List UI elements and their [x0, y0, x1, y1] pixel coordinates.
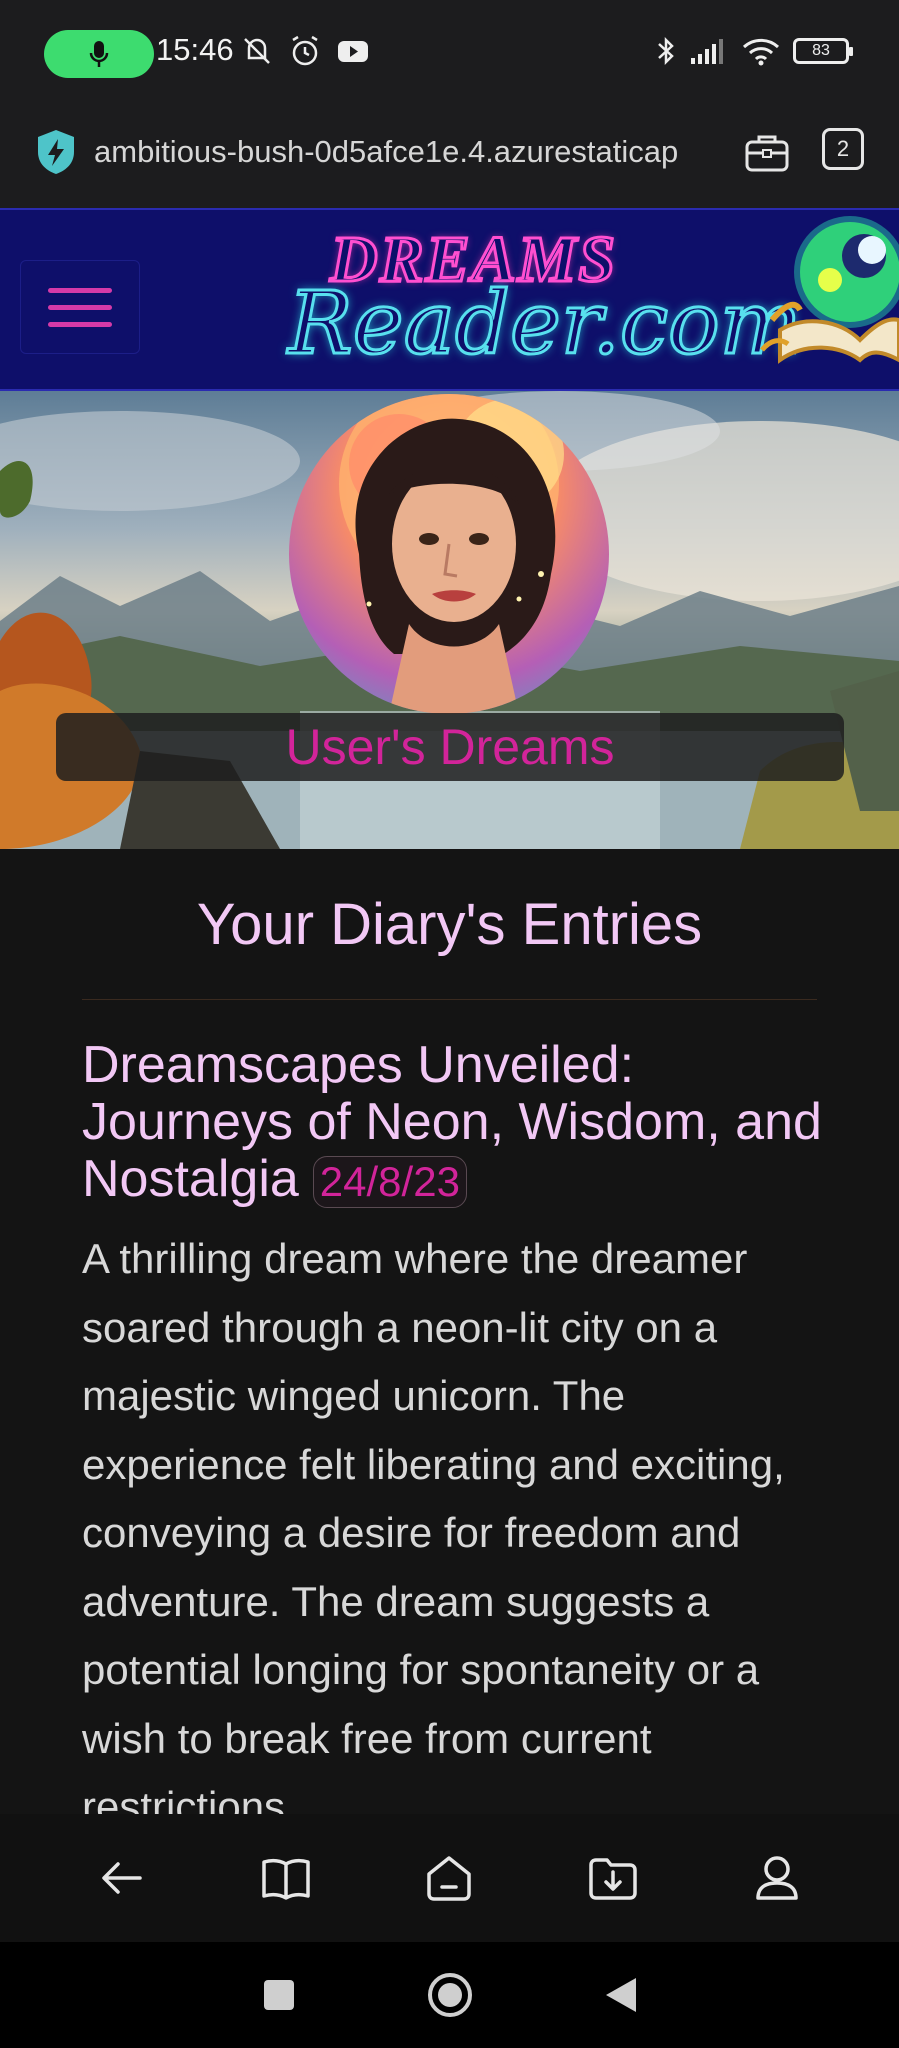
dreamer-avatar [289, 394, 609, 714]
book-icon [261, 1858, 310, 1900]
back-triangle-icon[interactable] [604, 1976, 638, 2014]
status-bar: 15:46 83 [0, 0, 899, 108]
wifi-icon [742, 38, 780, 66]
site-header: DREAMS Reader.com [0, 208, 899, 391]
woman-portrait-illustration [339, 394, 564, 714]
profile-button[interactable] [742, 1843, 812, 1913]
reading-list-button[interactable] [251, 1843, 321, 1913]
download-folder-icon [589, 1858, 638, 1900]
diary-content: Your Diary's Entries Dreamscapes Unveile… [0, 849, 899, 1814]
browser-bottom-bar [0, 1814, 899, 1942]
logo-reader-text[interactable]: Reader.com [286, 273, 802, 376]
recents-square-icon[interactable] [262, 1978, 296, 2012]
tab-count-button[interactable]: 2 [822, 128, 864, 170]
entry-title[interactable]: Dreamscapes Unveiled: Journeys of Neon, … [82, 1037, 842, 1208]
mute-icon [244, 38, 270, 64]
entry-body-text: A thrilling dream where the dreamer soar… [82, 1235, 785, 1814]
system-navigation-bar [0, 1942, 899, 2048]
signal-icon [691, 39, 723, 64]
screen: 15:46 83 ambitious-bush-0d5afce1e.4.azur… [0, 0, 899, 2048]
mic-active-pill[interactable] [44, 30, 154, 78]
hero-section: User's Dreams [0, 391, 899, 849]
shield-lightning-icon[interactable] [34, 128, 78, 176]
battery-level: 83 [812, 42, 830, 59]
home-button[interactable] [414, 1843, 484, 1913]
url-address-field[interactable]: ambitious-bush-0d5afce1e.4.azurestaticap [94, 134, 714, 170]
home-circle-icon[interactable] [426, 1971, 474, 2019]
users-dreams-banner: User's Dreams [56, 713, 844, 781]
bluetooth-icon [658, 36, 674, 66]
hamburger-menu-button[interactable] [20, 260, 140, 354]
status-time: 15:46 [156, 32, 234, 67]
user-profile-icon [756, 1856, 798, 1900]
mic-icon [89, 41, 109, 67]
downloads-button[interactable] [578, 1843, 648, 1913]
youtube-icon [338, 41, 368, 62]
url-bar: ambitious-bush-0d5afce1e.4.azurestaticap… [0, 108, 899, 208]
back-button[interactable] [87, 1843, 157, 1913]
menu-line [48, 304, 112, 310]
diary-section-title: Your Diary's Entries [196, 892, 703, 957]
logo-book-globe-icon [760, 216, 899, 364]
entry-date-badge: 24/8/23 [312, 1156, 467, 1208]
menu-line [48, 321, 112, 327]
briefcase-icon[interactable] [744, 132, 790, 174]
home-icon [427, 1856, 472, 1901]
section-divider [82, 999, 817, 1000]
alarm-icon [292, 35, 318, 66]
back-arrow-icon [102, 1862, 142, 1894]
menu-line [48, 287, 112, 293]
battery-icon: 83 [793, 38, 853, 64]
